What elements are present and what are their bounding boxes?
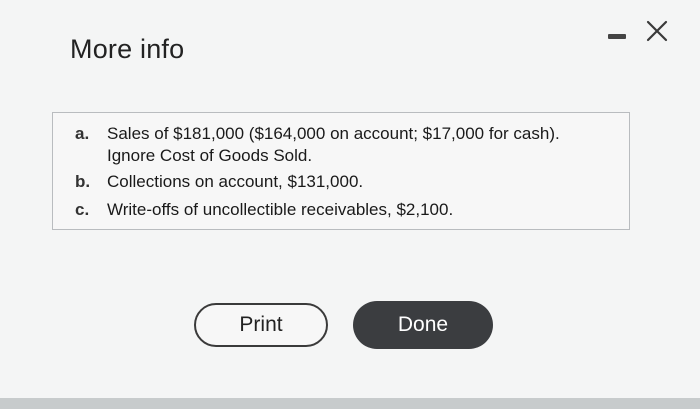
info-list-box: a. Sales of $181,000 ($164,000 on accoun… xyxy=(52,112,630,230)
list-marker: a. xyxy=(75,124,90,143)
print-button[interactable]: Print xyxy=(194,303,328,347)
list-item-text: Write-offs of uncollectible receivables,… xyxy=(107,200,454,219)
list-item-text: Ignore Cost of Goods Sold. xyxy=(107,146,313,165)
list-item-text: Sales of $181,000 ($164,000 on account; … xyxy=(107,124,560,143)
close-icon[interactable] xyxy=(644,18,670,44)
list-marker: c. xyxy=(75,200,90,219)
list-marker: b. xyxy=(75,172,91,191)
dialog-bottom-edge xyxy=(0,398,700,409)
minimize-icon[interactable] xyxy=(608,34,626,39)
dialog-title: More info xyxy=(70,34,185,64)
done-button[interactable]: Done xyxy=(353,301,493,349)
close-x-glyph xyxy=(646,20,668,42)
more-info-dialog: More info a. Sales of $181,000 ($164,000… xyxy=(0,0,700,409)
list-item-text: Collections on account, $131,000. xyxy=(107,172,364,191)
